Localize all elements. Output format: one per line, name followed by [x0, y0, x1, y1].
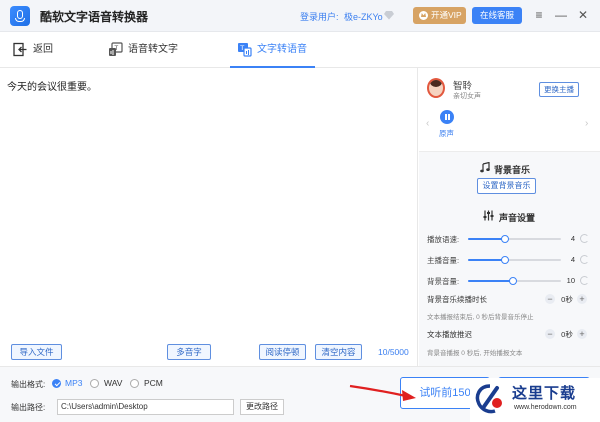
- bg-fade-increase-button[interactable]: +: [577, 294, 587, 304]
- tab-speech-to-text[interactable]: T 语音转文字: [108, 42, 178, 58]
- bg-fade-hint: 文本播报结束后, 0 秒后背景音乐停止: [427, 314, 534, 321]
- diamond-icon: [384, 11, 394, 20]
- pause-icon[interactable]: [440, 110, 454, 124]
- clear-content-button[interactable]: 清空内容: [315, 344, 362, 360]
- app-logo-icon: [10, 6, 30, 26]
- watermark-url: www.herodown.com: [514, 404, 577, 411]
- speed-reset-icon[interactable]: [580, 234, 589, 243]
- music-note-icon: [480, 162, 490, 173]
- open-vip-label: 开通VIP: [431, 10, 462, 20]
- bg-fade-value: 0秒: [561, 295, 573, 304]
- prev-speaker-icon[interactable]: ‹: [426, 118, 429, 129]
- voice-settings-title: 声音设置: [499, 213, 536, 223]
- watermark: 这里下载 www.herodown.com: [470, 378, 600, 422]
- output-path-input[interactable]: C:\Users\admin\Desktop: [57, 399, 234, 415]
- original-voice-label[interactable]: 原声: [439, 128, 454, 139]
- title-bar: 酷软文字语音转换器 登录用户: 极e-ZKYo 开通VIP 在线客服 ≡ — ✕: [0, 0, 600, 32]
- reading-pause-button[interactable]: 阅读停顿: [259, 344, 306, 360]
- minimize-icon[interactable]: —: [554, 8, 568, 22]
- sliders-icon: [483, 210, 494, 221]
- bg-fade-label: 背景音乐续播时长: [427, 295, 487, 304]
- speed-slider-fill: [468, 238, 506, 240]
- login-user[interactable]: 极e-ZKYo: [344, 10, 383, 23]
- format-mp3-label[interactable]: MP3: [65, 378, 82, 388]
- bg-volume-reset-icon[interactable]: [580, 276, 589, 285]
- online-service-button[interactable]: 在线客服: [472, 7, 522, 24]
- tab-text-to-speech[interactable]: T 文字转语音: [237, 42, 307, 58]
- bg-volume-value: 10: [566, 276, 575, 285]
- host-volume-slider-knob[interactable]: [501, 256, 510, 264]
- crown-icon: [419, 11, 428, 20]
- output-path-label: 输出路径:: [11, 403, 46, 412]
- speed-slider[interactable]: [468, 235, 561, 243]
- bg-volume-slider[interactable]: [468, 277, 561, 285]
- bg-fade-decrease-button[interactable]: −: [545, 294, 555, 304]
- format-pcm-label[interactable]: PCM: [144, 378, 163, 388]
- format-wav-label[interactable]: WAV: [104, 378, 122, 388]
- bg-volume-label: 背景音量:: [427, 277, 460, 286]
- bg-volume-slider-knob[interactable]: [508, 277, 517, 285]
- format-mp3-radio[interactable]: [52, 379, 61, 388]
- change-speaker-button[interactable]: 更换主播: [539, 82, 579, 97]
- next-speaker-icon[interactable]: ›: [585, 118, 588, 129]
- speaker-avatar: [427, 78, 445, 98]
- toolbar: 返回 T 语音转文字 T 文字转语音: [0, 32, 600, 68]
- host-volume-slider[interactable]: [468, 256, 561, 264]
- polyphone-button[interactable]: 多音字: [167, 344, 211, 360]
- speaker-card: 智聆 亲切女声 更换主播 ‹ › 原声: [419, 68, 600, 152]
- login-label: 登录用户:: [300, 12, 339, 22]
- annotation-arrow-icon: [349, 384, 416, 401]
- text-editor[interactable]: 今天的会议很重要。 导入文件 多音字 阅读停顿 清空内容 10/5000: [0, 68, 418, 366]
- text-delay-decrease-button[interactable]: −: [545, 329, 555, 339]
- set-bg-music-button[interactable]: 设置背景音乐: [477, 178, 536, 194]
- speed-label: 播放语速:: [427, 235, 460, 244]
- speed-value: 4: [570, 234, 575, 243]
- back-icon: [13, 42, 27, 57]
- speaker-desc: 亲切女声: [453, 93, 481, 100]
- open-vip-button[interactable]: 开通VIP: [413, 7, 466, 24]
- text-delay-value: 0秒: [561, 330, 573, 339]
- format-pcm-radio[interactable]: [130, 379, 139, 388]
- char-count: 10/5000: [378, 347, 409, 357]
- speech-to-text-icon: T: [109, 42, 123, 56]
- back-label: 返回: [33, 44, 53, 55]
- bg-volume-slider-fill: [468, 280, 513, 282]
- watermark-logo-icon: [475, 384, 502, 414]
- settings-panel: 智聆 亲切女声 更换主播 ‹ › 原声 背景音乐 设置背景音乐 声音设置 播放语…: [419, 68, 600, 366]
- text-delay-hint: 背景音播报 0 秒后, 开始播报文本: [427, 350, 523, 357]
- tab-text-to-speech-label: 文字转语音: [257, 44, 307, 55]
- app-title: 酷软文字语音转换器: [40, 10, 149, 24]
- host-volume-reset-icon[interactable]: [580, 255, 589, 264]
- text-delay-increase-button[interactable]: +: [577, 329, 587, 339]
- tab-speech-to-text-label: 语音转文字: [128, 44, 178, 55]
- text-to-speech-icon: T: [238, 43, 252, 57]
- host-volume-label: 主播音量:: [427, 256, 460, 265]
- back-button[interactable]: 返回: [13, 42, 53, 58]
- change-path-button[interactable]: 更改路径: [240, 399, 284, 415]
- bg-music-title: 背景音乐: [494, 165, 531, 175]
- speaker-name: 智聆: [453, 81, 473, 92]
- speed-slider-knob[interactable]: [501, 235, 510, 243]
- text-delay-label: 文本播放推迟: [427, 330, 472, 339]
- format-wav-radio[interactable]: [90, 379, 99, 388]
- host-volume-value: 4: [570, 255, 575, 264]
- host-volume-slider-fill: [468, 259, 506, 261]
- import-file-button[interactable]: 导入文件: [11, 344, 62, 360]
- editor-content[interactable]: 今天的会议很重要。: [7, 78, 97, 93]
- menu-icon[interactable]: ≡: [532, 8, 546, 22]
- watermark-text: 这里下载: [512, 384, 577, 402]
- output-format-label: 输出格式:: [11, 380, 46, 389]
- close-icon[interactable]: ✕: [576, 8, 590, 22]
